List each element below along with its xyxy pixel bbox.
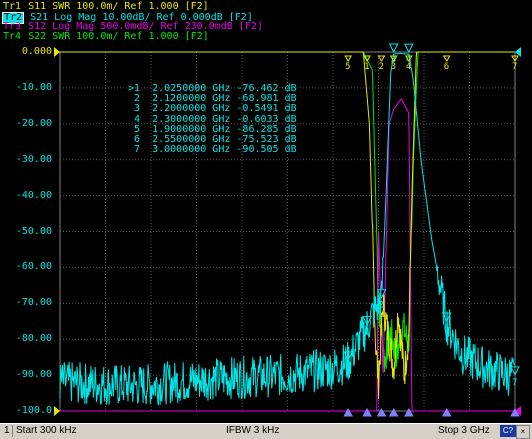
marker-value: -90.505 (236, 144, 279, 156)
top-marker-label: 4 (406, 62, 411, 72)
top-marker-triangle (344, 55, 353, 62)
marker-glyph-label: 6 (444, 324, 449, 334)
top-marker-label: 3 (391, 62, 396, 72)
y-tick-label: -50.00 (15, 225, 52, 237)
bottom-marker-triangle (376, 407, 387, 417)
y-tick-label: 0.000 (21, 46, 52, 57)
marker-frequency: 3.0000000 GHz (152, 144, 231, 156)
correction-status-button[interactable]: C? (500, 425, 516, 437)
top-marker-label: 1 (364, 62, 369, 72)
top-marker-label: 2 (379, 62, 384, 72)
marker-glyph-label: 2 (379, 301, 384, 311)
marker-triangle (388, 43, 399, 54)
trace-label-tr4[interactable]: Tr4 S22 SWR 100.0m/ Ref 1.000 [F2] (2, 32, 209, 42)
marker-row-7: 7 3.0000000 GHz -90.505 dB (128, 144, 297, 155)
channel-number[interactable]: 1 (4, 425, 10, 436)
y-tick-label: -100.0 (15, 405, 52, 416)
bottom-marker-triangle (403, 407, 414, 417)
trace-id[interactable]: Tr1 (2, 2, 22, 12)
top-marker-triangle (442, 55, 451, 62)
y-tick-label: -40.00 (15, 189, 52, 201)
marker-glyph-label: 7 (512, 378, 517, 388)
bottom-marker-triangle (441, 407, 452, 417)
y-tick-label: -80.00 (15, 333, 52, 345)
status-bar: 1 Start 300 kHz IFBW 3 kHz Stop 3 GHz C?… (0, 423, 532, 439)
y-tick-label: -30.00 (15, 153, 52, 165)
y-tick-label: -90.00 (15, 369, 52, 381)
marker-glyph-label: 5 (345, 363, 350, 373)
marker-unit: dB (284, 144, 297, 156)
ifbw-value[interactable]: IFBW 3 kHz (226, 425, 279, 436)
trace-format: S11 SWR 100.0m/ Ref 1.000 [F2] (22, 1, 209, 12)
top-marker-triangle (377, 55, 386, 62)
top-marker-label: 6 (444, 62, 449, 72)
y-tick-label: -70.00 (15, 297, 52, 309)
start-frequency[interactable]: Start 300 kHz (16, 425, 77, 436)
stop-frequency[interactable]: Stop 3 GHz (438, 425, 490, 436)
y-tick-label: -60.00 (15, 261, 52, 273)
marker-label: 7 (128, 144, 141, 156)
y-tick-label: -20.00 (15, 117, 52, 129)
bottom-arrow-left (54, 406, 60, 416)
marker-glyph-label: 1 (364, 328, 369, 338)
sparam-plot[interactable]: 11223344556677 (0, 0, 532, 423)
top-marker-label: 7 (512, 62, 517, 72)
bottom-marker-triangle (362, 407, 372, 417)
y-tick-label: -10.00 (15, 81, 52, 93)
bottom-marker-triangle (388, 407, 399, 417)
close-icon[interactable]: × (516, 425, 530, 439)
trace-format: S22 SWR 100.0m/ Ref 1.000 [F2] (22, 31, 209, 42)
trace-label-tr1[interactable]: Tr1 S11 SWR 100.0m/ Ref 1.000 [F2] (2, 2, 209, 12)
trace-id[interactable]: Tr4 (2, 32, 22, 42)
ref-arrow-left (54, 47, 60, 57)
bottom-marker-triangle (343, 407, 354, 417)
marker-triangle (404, 43, 414, 54)
top-marker-label: 5 (345, 62, 350, 72)
